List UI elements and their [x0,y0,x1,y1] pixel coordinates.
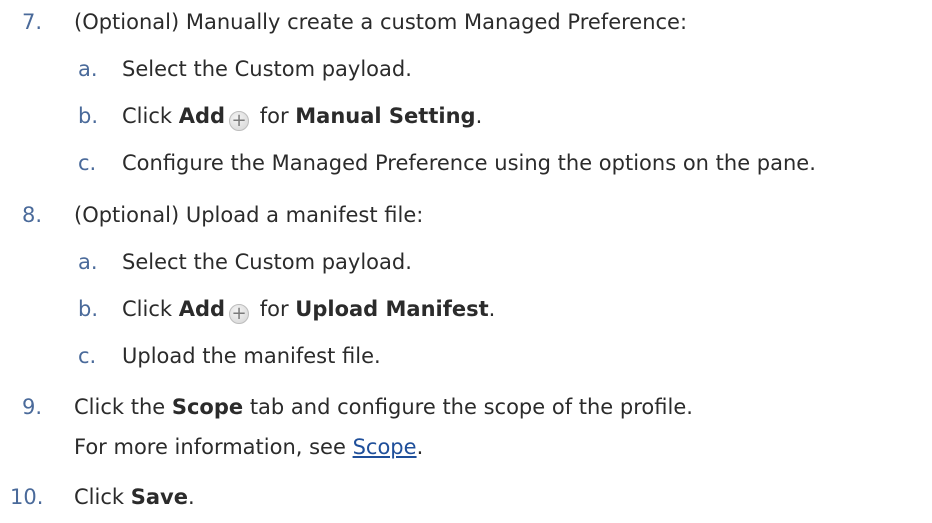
step-8b-line: Click Add + for Upload Manifest. [122,296,495,324]
step-9-number: 9. [22,395,43,419]
step-7b-letter: b. [78,104,99,128]
step-7b-pre: Click [122,104,179,128]
step-9-post: tab and configure the scope of the profi… [243,395,693,419]
scope-link[interactable]: Scope [353,435,417,459]
plus-circle-icon: + [229,304,250,324]
step-8b-letter: b. [78,297,99,321]
step-8b-post: . [488,297,496,321]
step-7-text: (Optional) Manually create a custom Mana… [74,10,688,34]
manual-setting-label: Manual Setting [295,104,476,128]
step-8-text: (Optional) Upload a manifest file: [74,203,424,227]
add-label: Add [178,297,226,321]
step-8a-text: Select the Custom payload. [122,250,412,274]
step-9-note: For more information, see Scope. [74,434,423,460]
step-7c-letter: c. [78,151,97,175]
step-7c-text: Configure the Managed Preference using t… [122,151,816,175]
step-9-note-post: . [416,435,424,459]
step-7b-mid: for [253,104,296,128]
step-8b-mid: for [253,297,296,321]
step-7b-line: Click Add + for Manual Setting. [122,103,482,131]
plus-circle-icon: + [229,111,250,131]
save-label: Save [130,485,188,509]
step-8a-letter: a. [78,250,98,274]
step-8-number: 8. [22,203,43,227]
step-7a-letter: a. [78,57,98,81]
upload-manifest-label: Upload Manifest [295,297,489,321]
step-9-pre: Click the [74,395,172,419]
step-7b-post: . [475,104,483,128]
step-10-pre: Click [74,485,131,509]
step-10-line: Click Save. [74,484,195,510]
add-label: Add [178,104,226,128]
step-8c-text: Upload the manifest file. [122,344,381,368]
step-8c-letter: c. [78,344,97,368]
step-7-number: 7. [22,10,43,34]
step-8b-pre: Click [122,297,179,321]
step-9-line: Click the Scope tab and configure the sc… [74,394,693,420]
step-10-post: . [187,485,195,509]
step-7a-text: Select the Custom payload. [122,57,412,81]
scope-label: Scope [171,395,244,419]
step-10-number: 10. [10,485,44,509]
step-9-note-pre: For more information, see [74,435,353,459]
